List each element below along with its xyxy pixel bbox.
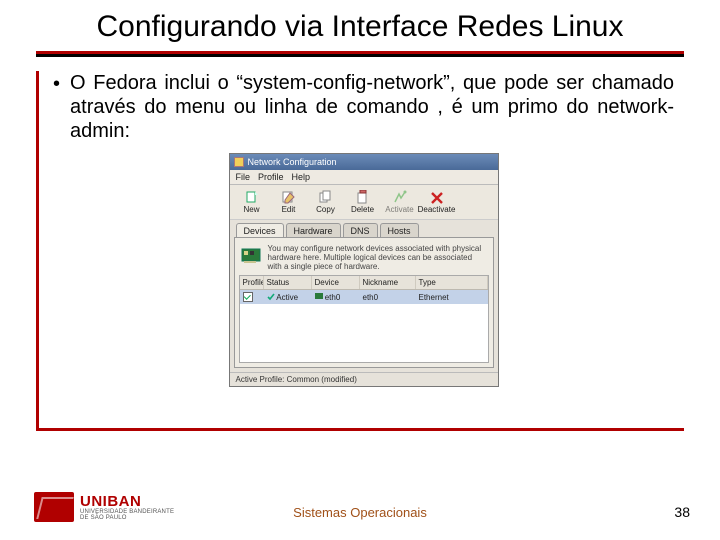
bullet-text: O Fedora inclui o “system-config-network…: [70, 71, 674, 143]
title-underline: [36, 51, 684, 57]
col-profile[interactable]: Profile: [240, 276, 264, 289]
slide-title: Configurando via Interface Redes Linux: [0, 10, 720, 45]
cell-profile-check[interactable]: [240, 290, 264, 304]
col-status[interactable]: Status: [264, 276, 312, 289]
slide-body: • O Fedora inclui o “system-config-netwo…: [36, 71, 684, 431]
network-config-window: Network Configuration File Profile Help …: [229, 153, 499, 388]
window-titlebar[interactable]: Network Configuration: [230, 154, 498, 170]
toolbar: New Edit Copy Delete: [230, 185, 498, 220]
delete-icon: [355, 190, 371, 204]
toolbar-copy-label: Copy: [316, 205, 335, 214]
toolbar-deactivate-label: Deactivate: [418, 205, 456, 214]
toolbar-deactivate-button[interactable]: Deactivate: [420, 188, 454, 216]
toolbar-new-button[interactable]: New: [235, 188, 269, 216]
tab-hosts[interactable]: Hosts: [380, 223, 419, 237]
new-icon: [244, 190, 260, 204]
tab-pane-devices: You may configure network devices associ…: [234, 237, 494, 369]
toolbar-copy-button[interactable]: Copy: [309, 188, 343, 216]
col-type[interactable]: Type: [416, 276, 488, 289]
window-app-icon: [234, 157, 244, 167]
slide: Configurando via Interface Redes Linux •…: [0, 0, 720, 540]
deactivate-icon: [429, 190, 445, 204]
cell-device: eth0: [312, 290, 360, 304]
cell-status: Active: [264, 291, 312, 304]
toolbar-delete-button[interactable]: Delete: [346, 188, 380, 216]
edit-icon: [281, 190, 297, 204]
table-row[interactable]: Active eth0 eth0 Ethernet: [240, 290, 488, 304]
cell-type: Ethernet: [416, 291, 488, 304]
activate-icon: [392, 190, 408, 204]
menu-profile[interactable]: Profile: [258, 172, 284, 182]
pane-description: You may configure network devices associ…: [239, 242, 489, 276]
table-header: Profile Status Device Nickname Type: [240, 276, 488, 290]
tab-devices[interactable]: Devices: [236, 223, 284, 237]
bullet-item: • O Fedora inclui o “system-config-netwo…: [53, 71, 674, 143]
toolbar-edit-button[interactable]: Edit: [272, 188, 306, 216]
toolbar-activate-label: Activate: [385, 205, 413, 214]
tab-dns[interactable]: DNS: [343, 223, 378, 237]
menubar: File Profile Help: [230, 170, 498, 185]
toolbar-edit-label: Edit: [282, 205, 296, 214]
status-active-icon: [267, 293, 275, 301]
footer-course-title: Sistemas Operacionais: [0, 505, 720, 520]
col-nickname[interactable]: Nickname: [360, 276, 416, 289]
table-empty-area: [240, 304, 488, 362]
menu-help[interactable]: Help: [292, 172, 311, 182]
slide-footer: UNIBAN UNIVERSIDADE BANDEIRANTE DE SÃO P…: [0, 492, 720, 522]
toolbar-delete-label: Delete: [351, 205, 374, 214]
nic-icon: [315, 292, 323, 300]
toolbar-activate-button[interactable]: Activate: [383, 188, 417, 216]
statusbar: Active Profile: Common (modified): [230, 372, 498, 386]
cell-device-text: eth0: [325, 293, 341, 302]
col-device[interactable]: Device: [312, 276, 360, 289]
checkbox-checked-icon[interactable]: [243, 292, 253, 302]
menu-file[interactable]: File: [236, 172, 251, 182]
cell-nickname: eth0: [360, 291, 416, 304]
toolbar-new-label: New: [243, 205, 259, 214]
tab-hardware[interactable]: Hardware: [286, 223, 341, 237]
window-title: Network Configuration: [248, 157, 337, 167]
bullet-marker: •: [53, 71, 60, 143]
cell-status-text: Active: [276, 293, 298, 302]
copy-icon: [318, 190, 334, 204]
network-card-icon: [241, 244, 263, 266]
tabbar: Devices Hardware DNS Hosts: [230, 220, 498, 237]
device-table: Profile Status Device Nickname Type Acti…: [239, 275, 489, 363]
screenshot-container: Network Configuration File Profile Help …: [53, 153, 674, 388]
pane-description-text: You may configure network devices associ…: [268, 244, 487, 272]
